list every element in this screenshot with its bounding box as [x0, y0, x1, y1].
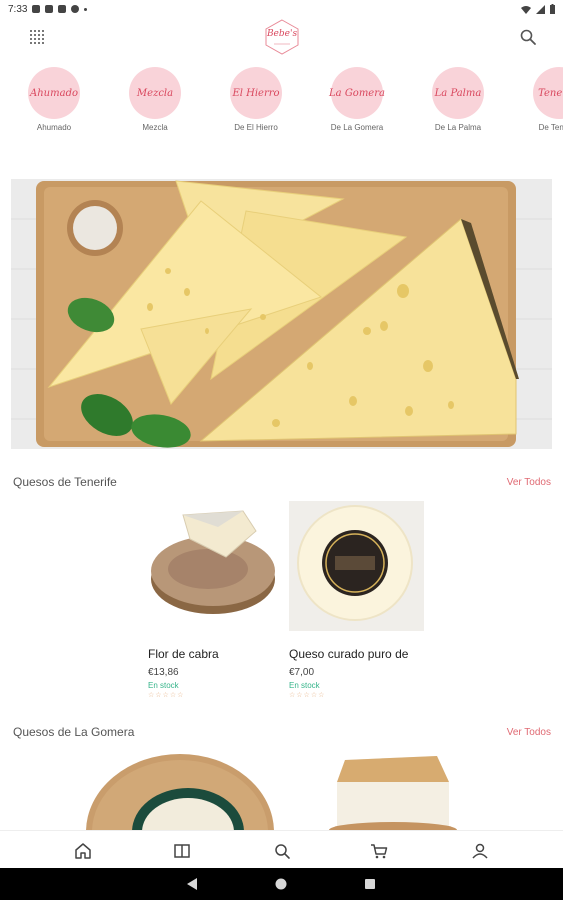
category-ahumado[interactable]: Ahumado Ahumado	[6, 64, 102, 132]
recents-icon[interactable]	[363, 876, 377, 892]
product-price: €7,00	[289, 667, 315, 678]
wifi-icon	[521, 5, 531, 14]
home-icon[interactable]	[73, 841, 93, 861]
product-card[interactable]	[327, 752, 462, 838]
product-image	[329, 756, 457, 838]
stock-status: En stock	[148, 681, 179, 690]
notification-icon	[45, 5, 54, 13]
product-name: Flor de cabra	[148, 647, 219, 661]
product-image	[151, 510, 275, 614]
category-carousel[interactable]: Ahumado Ahumado Mezcla Mezcla El Hierro …	[0, 64, 563, 136]
back-icon[interactable]	[185, 876, 199, 892]
see-all-tenerife-link[interactable]: Ver Todos	[507, 477, 551, 488]
category-script-label: Ahumado	[30, 87, 78, 99]
brand-logo[interactable]: Bebe's	[263, 18, 301, 56]
category-label: De La Palma	[434, 123, 482, 132]
product-card[interactable]: Queso curado puro de €7,00 En stock ☆☆☆☆…	[289, 501, 424, 699]
product-name: Queso curado puro de	[289, 647, 409, 661]
app-root: 7:33 Bebe's Ahumado Ahumado Mezcla Mezcl…	[0, 0, 563, 900]
profile-icon[interactable]	[470, 841, 490, 861]
category-la-gomera[interactable]: La Gomera De La Gomera	[309, 64, 405, 132]
category-mezcla[interactable]: Mezcla Mezcla	[107, 64, 203, 132]
category-label: De Tenerife	[538, 123, 563, 132]
hero-banner[interactable]	[11, 179, 552, 449]
rating-stars: ☆☆☆☆☆	[289, 692, 326, 699]
see-all-la-gomera-link[interactable]: Ver Todos	[507, 727, 551, 738]
catalog-icon[interactable]	[172, 841, 192, 861]
battery-icon	[550, 4, 555, 14]
category-el-hierro[interactable]: El Hierro De El Hierro	[208, 64, 304, 132]
category-circle: El Hierro	[230, 67, 282, 119]
category-circle: Mezcla	[129, 67, 181, 119]
category-circle: La Gomera	[329, 67, 385, 119]
search-icon[interactable]	[272, 841, 292, 861]
category-label: Mezcla	[142, 123, 168, 132]
category-script-label: Mezcla	[136, 87, 174, 99]
home-circle-icon[interactable]	[273, 876, 289, 892]
grid-icon[interactable]	[28, 28, 46, 46]
bottom-navigation	[0, 830, 563, 868]
category-label: Ahumado	[36, 123, 72, 132]
category-script-label: Tenerife	[538, 87, 563, 99]
rating-stars: ☆☆☆☆☆	[148, 692, 185, 699]
category-label: De La Gomera	[330, 123, 384, 132]
status-bar: 7:33	[0, 0, 563, 18]
search-icon[interactable]	[519, 28, 537, 46]
category-circle: Tenerife	[533, 67, 563, 119]
category-tenerife[interactable]: Tenerife De Tenerife	[511, 64, 563, 132]
category-label: De El Hierro	[234, 123, 278, 132]
product-image	[86, 754, 274, 900]
hero-cheese-image	[11, 179, 552, 449]
signal-icon	[536, 4, 545, 14]
category-circle: La Palma	[432, 67, 484, 119]
section-title-tenerife: Quesos de Tenerife	[13, 475, 117, 489]
product-image	[289, 501, 424, 631]
category-la-palma[interactable]: La Palma De La Palma	[410, 64, 506, 132]
category-script-label: El Hierro	[232, 87, 280, 99]
product-price: €13,86	[148, 667, 179, 678]
notification-icon	[32, 5, 41, 13]
product-card[interactable]: Flor de cabra €13,86 En stock ☆☆☆☆☆	[148, 501, 283, 699]
status-time: 7:33	[8, 3, 28, 15]
category-script-label: La Palma	[434, 87, 482, 99]
category-script-label: La Gomera	[329, 87, 385, 99]
category-circle: Ahumado	[28, 67, 80, 119]
product-card[interactable]	[86, 752, 276, 900]
notification-icon	[58, 5, 67, 13]
stock-status: En stock	[289, 681, 320, 690]
section-title-la-gomera: Quesos de La Gomera	[13, 725, 135, 739]
app-bar: Bebe's	[0, 18, 563, 58]
cart-icon[interactable]	[369, 841, 389, 861]
system-navigation-bar	[0, 868, 563, 900]
logo-text: Bebe's	[266, 29, 298, 39]
more-notifications-dot	[84, 7, 88, 11]
notification-icon	[71, 5, 80, 13]
